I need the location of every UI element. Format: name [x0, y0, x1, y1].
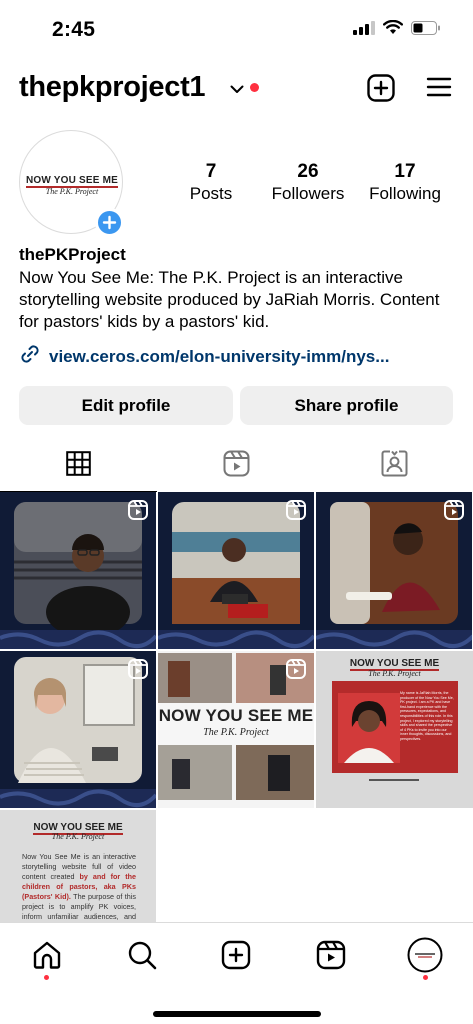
reels-icon	[223, 450, 250, 482]
reel-icon	[128, 659, 148, 684]
grid-post[interactable]: NOW YOU SEE ME The P.K. Project Now You …	[0, 810, 156, 922]
following-label: Following	[369, 184, 441, 203]
profile-tabs	[0, 440, 473, 492]
nav-search[interactable]	[122, 937, 162, 977]
nav-home[interactable]	[27, 937, 67, 977]
cellular-signal-icon	[353, 20, 375, 40]
link-icon	[19, 343, 41, 370]
profile-header: thepkproject1	[0, 70, 473, 110]
tab-reels[interactable]	[158, 440, 315, 492]
home-notification-dot	[44, 975, 49, 980]
status-time: 2:45	[52, 18, 96, 41]
reel-icon	[444, 500, 464, 525]
bio-text: Now You See Me: The P.K. Project is an i…	[19, 268, 440, 331]
grid-post[interactable]: NOW YOU SEE ME The P.K. Project My name …	[316, 651, 473, 808]
plus-square-icon[interactable]	[367, 74, 395, 102]
nav-create[interactable]	[216, 937, 256, 977]
post-title: NOW YOU SEE ME	[349, 658, 440, 671]
post-subtitle: The P.K. Project	[203, 727, 269, 738]
tab-tagged[interactable]	[316, 440, 473, 492]
create-icon	[221, 940, 251, 975]
post-subtitle: The P.K. Project	[51, 832, 105, 841]
producer-photo	[338, 693, 400, 763]
battery-icon	[411, 20, 441, 40]
post-body: Now You See Me is an interactive storyte…	[22, 852, 136, 921]
chevron-down-icon[interactable]	[230, 81, 244, 99]
edit-profile-button[interactable]: Edit profile	[19, 386, 233, 425]
post-card: My name is JaRiah Morris, the producer o…	[332, 681, 458, 773]
add-story-button[interactable]	[95, 208, 124, 237]
grid-post[interactable]	[158, 492, 314, 649]
plus-icon	[102, 215, 117, 230]
profile-notification-dot	[423, 975, 428, 980]
reels-icon	[316, 940, 346, 975]
avatar-title: NOW YOU SEE ME	[25, 175, 119, 188]
avatar-subtitle: The P.K. Project	[45, 187, 99, 196]
posts-label: Posts	[189, 184, 233, 203]
bottom-nav	[0, 922, 473, 1024]
followers-label: Followers	[271, 184, 345, 203]
following-count: 17	[394, 161, 416, 182]
posts-count: 7	[205, 161, 217, 182]
search-icon	[127, 940, 157, 975]
post-title: NOW YOU SEE ME	[158, 706, 314, 725]
bio-link[interactable]: view.ceros.com/elon-university-imm/nys..…	[49, 347, 389, 367]
home-indicator	[153, 1011, 321, 1017]
bio-link-row[interactable]: view.ceros.com/elon-university-imm/nys..…	[19, 343, 389, 370]
profile-avatar	[407, 937, 443, 978]
home-icon	[32, 940, 62, 975]
reel-icon	[286, 659, 306, 684]
notification-dot	[250, 83, 259, 92]
following-stat[interactable]: 17 Following	[362, 161, 448, 204]
grid-post[interactable]	[316, 492, 472, 649]
status-icons	[353, 19, 441, 40]
grid-post[interactable]	[0, 492, 156, 649]
followers-count: 26	[297, 161, 319, 182]
hamburger-menu-icon[interactable]	[426, 76, 452, 100]
nav-profile[interactable]	[405, 937, 445, 977]
post-divider	[369, 779, 419, 781]
followers-stat[interactable]: 26 Followers	[263, 161, 353, 204]
reel-icon	[286, 500, 306, 525]
nav-reels[interactable]	[311, 937, 351, 977]
reel-icon	[128, 500, 148, 525]
username[interactable]: thepkproject1	[19, 71, 206, 104]
post-subtitle: The P.K. Project	[368, 669, 421, 678]
tab-grid[interactable]	[0, 440, 157, 492]
share-profile-button[interactable]: Share profile	[240, 386, 453, 425]
display-name: thePKProject	[19, 245, 126, 264]
wifi-icon	[383, 19, 403, 40]
grid-post[interactable]: NOW YOU SEE ME The P.K. Project	[158, 651, 314, 808]
status-bar: 2:45	[0, 0, 473, 60]
posts-stat[interactable]: 7 Posts	[171, 161, 251, 204]
grid-post[interactable]	[0, 651, 156, 808]
tagged-icon	[381, 450, 408, 482]
grid-icon	[66, 451, 91, 481]
post-body: My name is JaRiah Morris, the producer o…	[400, 691, 454, 741]
